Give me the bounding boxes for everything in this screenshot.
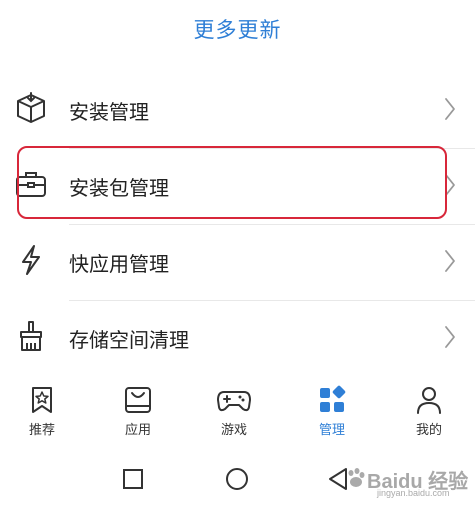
app-bag-icon <box>125 387 151 413</box>
highlight-annotation <box>17 146 447 219</box>
tab-label: 推荐 <box>28 423 55 438</box>
tab-label: 游戏 <box>220 423 247 438</box>
tab-mine[interactable]: 我的 <box>399 381 459 447</box>
tab-label: 应用 <box>124 423 151 438</box>
tab-recommend[interactable]: 推荐 <box>12 381 72 447</box>
menu-item-storage-cleanup[interactable]: 存储空间清理 <box>0 300 475 376</box>
paw-icon <box>348 468 365 487</box>
tab-label: 我的 <box>415 423 442 438</box>
chevron-right-icon <box>445 250 455 272</box>
watermark-url: jingyan.baidu.com <box>377 488 450 498</box>
tab-apps[interactable]: 应用 <box>108 381 168 447</box>
gamepad-icon <box>217 391 251 412</box>
menu-item-label: 存储空间清理 <box>69 328 189 352</box>
broom-icon <box>20 321 42 351</box>
bottom-tab-bar: 推荐 应用 游戏 管理 我的 <box>0 381 475 447</box>
tab-games[interactable]: 游戏 <box>204 381 264 447</box>
menu-item-label: 快应用管理 <box>69 252 169 276</box>
chevron-right-icon <box>445 98 455 120</box>
manage-grid-icon <box>320 385 346 412</box>
lightning-icon <box>22 245 40 275</box>
menu-item-install-manage[interactable]: 安装管理 <box>0 72 475 148</box>
menu-item-quick-app-manage[interactable]: 快应用管理 <box>0 224 475 300</box>
chevron-right-icon <box>445 326 455 348</box>
tab-label: 管理 <box>318 423 345 438</box>
box-icon <box>17 92 45 123</box>
app-manage-screen: 更多更新 安装管理 安装包管理 快应用管理 存储空间清理 推荐 应用 游戏 管理… <box>0 0 475 507</box>
person-icon <box>417 387 441 414</box>
home-circle-icon[interactable] <box>222 464 252 494</box>
bookmark-star-icon <box>32 387 52 413</box>
recent-apps-square-icon[interactable] <box>118 464 148 494</box>
more-updates-link[interactable]: 更多更新 <box>0 14 475 44</box>
tab-manage[interactable]: 管理 <box>302 381 362 447</box>
baidu-watermark: Baidu 经验 jingyan.baidu.com <box>345 463 469 503</box>
menu-item-label: 安装管理 <box>69 100 149 124</box>
